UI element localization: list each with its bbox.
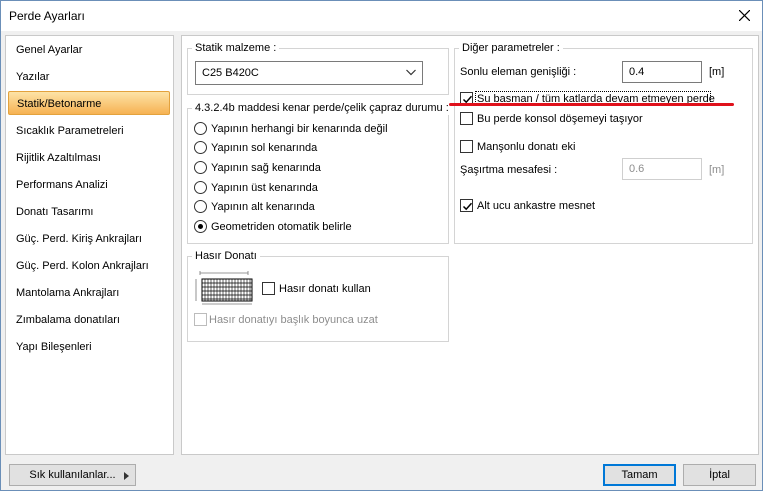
sidebar-item-mantolama[interactable]: Mantolama Ankrajları [8, 281, 170, 305]
material-group-title: Statik malzeme : [192, 42, 280, 55]
sidebar-item-label: Sıcaklık Parametreleri [16, 125, 124, 137]
radio-button[interactable] [194, 181, 207, 194]
cantilever-checkbox[interactable] [460, 112, 473, 125]
other-params-group-title: Diğer parametreler : [459, 42, 563, 55]
radio-button[interactable] [194, 122, 207, 135]
sidebar-item-kiris-ankrajlari[interactable]: Güç. Perd. Kiriş Ankrajları [8, 227, 170, 251]
element-width-input[interactable]: 0.4 [622, 61, 702, 83]
checkmark-icon [462, 202, 473, 211]
sidebar-item-label: Yapı Bileşenleri [16, 341, 92, 353]
cancel-button[interactable]: İptal [683, 464, 756, 486]
mesh-use-checkbox[interactable] [262, 282, 275, 295]
material-select-value: C25 B420C [202, 67, 259, 79]
radio-button[interactable] [194, 161, 207, 174]
radio-label: Geometriden otomatik belirle [211, 221, 352, 233]
radio-label: Yapının herhangi bir kenarında değil [211, 123, 388, 135]
cancel-label: İptal [709, 469, 730, 481]
mesh-extend-checkbox[interactable] [194, 313, 207, 326]
sidebar-item-label: Güç. Perd. Kolon Ankrajları [16, 260, 149, 272]
sidebar: Genel Ayarlar Yazılar Statik/Betonarme S… [5, 35, 174, 455]
sidebar-item-label: Güç. Perd. Kiriş Ankrajları [16, 233, 142, 245]
mesh-group-title: Hasır Donatı [192, 250, 260, 263]
favorites-button[interactable]: Sık kullanılanlar... [9, 464, 136, 486]
favorites-label: Sık kullanılanlar... [29, 469, 116, 481]
annotation-underline [449, 103, 734, 106]
stagger-value: 0.6 [629, 163, 645, 175]
sidebar-item-kolon-ankrajlari[interactable]: Güç. Perd. Kolon Ankrajları [8, 254, 170, 278]
sidebar-item-rijitlik[interactable]: Rijitlik Azaltılması [8, 146, 170, 170]
edge-condition-group-title: 4.3.2.4b maddesi kenar perde/çelik çapra… [192, 102, 452, 115]
sidebar-item-yapi-bilesenleri[interactable]: Yapı Bileşenleri [8, 335, 170, 359]
fixed-base-label: Alt ucu ankastre mesnet [477, 200, 596, 212]
sidebar-item-label: Statik/Betonarme [17, 98, 102, 110]
sidebar-item-donati-tasarimi[interactable]: Donatı Tasarımı [8, 200, 170, 224]
radio-label: Yapının alt kenarında [211, 201, 315, 213]
stagger-unit: [m] [709, 164, 725, 176]
sidebar-item-sicaklik[interactable]: Sıcaklık Parametreleri [8, 119, 170, 143]
sleeve-label: Manşonlu donatı eki [477, 141, 576, 153]
sidebar-item-performans[interactable]: Performans Analizi [8, 173, 170, 197]
window-title: Perde Ayarları [9, 9, 85, 23]
dialog-window: Perde Ayarları Genel Ayarlar Yazılar Sta… [0, 0, 763, 491]
stagger-label: Şaşırtma mesafesi : [460, 164, 558, 176]
ok-label: Tamam [621, 469, 658, 481]
sidebar-item-genel-ayarlar[interactable]: Genel Ayarlar [8, 38, 170, 62]
sidebar-item-yazilar[interactable]: Yazılar [8, 65, 170, 89]
title-bar: Perde Ayarları [1, 1, 762, 31]
radio-label: Yapının üst kenarında [211, 182, 318, 194]
chevron-right-icon [124, 472, 129, 480]
sidebar-item-label: Yazılar [16, 71, 50, 83]
radio-button[interactable] [194, 220, 207, 233]
mesh-icon [195, 271, 253, 305]
chevron-down-icon [406, 69, 416, 76]
element-width-unit: [m] [709, 66, 725, 78]
close-button[interactable] [731, 4, 759, 28]
mesh-use-label: Hasır donatı kullan [279, 283, 371, 295]
ok-button[interactable]: Tamam [603, 464, 676, 486]
radio-label: Yapının sağ kenarında [211, 162, 321, 174]
radio-button[interactable] [194, 141, 207, 154]
sleeve-checkbox[interactable] [460, 140, 473, 153]
sidebar-item-label: Mantolama Ankrajları [16, 287, 120, 299]
sidebar-item-label: Genel Ayarlar [16, 44, 83, 56]
stagger-input[interactable]: 0.6 [622, 158, 702, 180]
sidebar-item-zimbalama[interactable]: Zımbalama donatıları [8, 308, 170, 332]
fixed-base-checkbox[interactable] [460, 199, 473, 212]
mesh-extend-label: Hasır donatıyı başlık boyunca uzat [209, 314, 378, 326]
sidebar-item-label: Zımbalama donatıları [16, 314, 120, 326]
cantilever-label: Bu perde konsol döşemeyi taşıyor [477, 113, 643, 125]
sidebar-item-label: Donatı Tasarımı [16, 206, 94, 218]
sidebar-item-label: Rijitlik Azaltılması [16, 152, 101, 164]
radio-button[interactable] [194, 200, 207, 213]
element-width-label: Sonlu eleman genişliği : [460, 66, 577, 78]
close-icon [739, 10, 750, 21]
element-width-value: 0.4 [629, 66, 645, 78]
material-select[interactable]: C25 B420C [195, 61, 423, 85]
sidebar-item-label: Performans Analizi [16, 179, 108, 191]
radio-label: Yapının sol kenarında [211, 142, 318, 154]
sidebar-item-statik-betonarme[interactable]: Statik/Betonarme [8, 91, 170, 115]
